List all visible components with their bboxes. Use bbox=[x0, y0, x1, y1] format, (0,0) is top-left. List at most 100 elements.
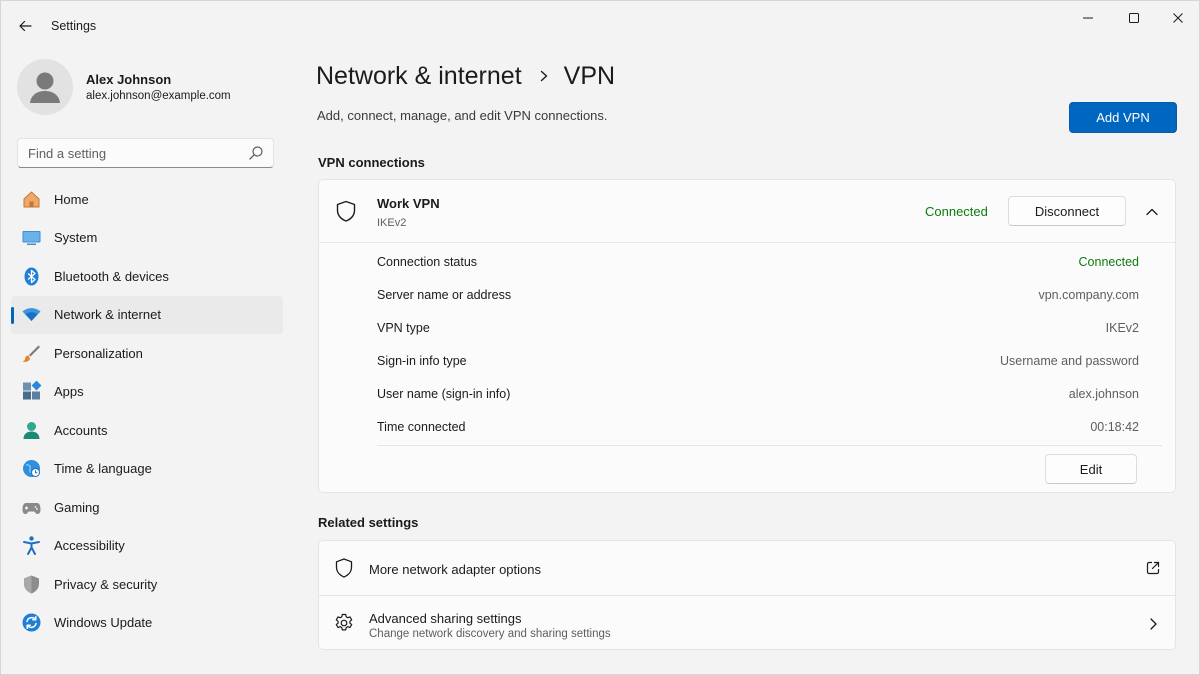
search-icon[interactable] bbox=[248, 145, 264, 161]
brush-icon bbox=[21, 343, 42, 364]
detail-label: Server name or address bbox=[377, 288, 512, 302]
breadcrumb: Network & internet VPN bbox=[316, 59, 615, 93]
related-item-network-adapter[interactable]: More network adapter options bbox=[318, 540, 1176, 596]
minimize-icon bbox=[1083, 17, 1093, 19]
maximize-button[interactable] bbox=[1111, 5, 1157, 31]
sidebar-item-label: Personalization bbox=[54, 345, 143, 361]
close-icon bbox=[1173, 13, 1183, 23]
detail-row-vpn-type: VPN type IKEv2 bbox=[377, 312, 1139, 345]
detail-value: Connected bbox=[1078, 255, 1139, 269]
close-button[interactable] bbox=[1155, 5, 1200, 31]
bluetooth-icon bbox=[21, 266, 42, 287]
detail-label: Sign-in info type bbox=[377, 354, 467, 368]
edit-button[interactable]: Edit bbox=[1045, 454, 1137, 484]
sidebar-item-accessibility[interactable]: Accessibility bbox=[11, 527, 283, 566]
vpn-connection-card: Work VPN IKEv2 Connected Disconnect Conn… bbox=[318, 179, 1176, 493]
sidebar-item-label: Accessibility bbox=[54, 538, 125, 554]
app-title: Settings bbox=[51, 19, 97, 33]
detail-value: alex.johnson bbox=[1068, 387, 1139, 401]
breadcrumb-parent[interactable]: Network & internet bbox=[316, 62, 522, 91]
title-bar: Settings bbox=[1, 1, 1200, 49]
settings-window: Settings Alex Johnson alex.johnson@examp… bbox=[0, 0, 1200, 675]
detail-row-sign-in-type: Sign-in info type Username and password bbox=[377, 345, 1139, 378]
shield-icon bbox=[335, 558, 353, 578]
sidebar-item-network[interactable]: Network & internet bbox=[11, 295, 283, 334]
status-badge: Connected bbox=[925, 204, 988, 219]
chevron-right-icon bbox=[538, 69, 550, 83]
gamepad-icon bbox=[21, 497, 42, 518]
vpn-connections-heading: VPN connections bbox=[318, 155, 425, 170]
detail-label: Time connected bbox=[377, 420, 466, 434]
detail-value: vpn.company.com bbox=[1038, 288, 1139, 302]
home-icon bbox=[21, 189, 42, 210]
gear-icon bbox=[335, 613, 353, 631]
accounts-icon bbox=[21, 420, 42, 441]
chevron-right-icon bbox=[1150, 618, 1157, 630]
sidebar-item-gaming[interactable]: Gaming bbox=[11, 488, 283, 527]
vpn-type-label: IKEv2 bbox=[377, 217, 407, 229]
shield-icon bbox=[336, 200, 356, 222]
detail-value: IKEv2 bbox=[1105, 321, 1139, 335]
detail-label: VPN type bbox=[377, 321, 430, 335]
external-link-icon bbox=[1146, 561, 1160, 575]
shield-icon bbox=[21, 574, 42, 595]
detail-row-connection-status: Connection status Connected bbox=[377, 246, 1139, 279]
globe-clock-icon bbox=[21, 458, 42, 479]
sidebar-item-label: Apps bbox=[54, 384, 84, 400]
divider bbox=[377, 445, 1162, 446]
sidebar-nav: Home System Bluetooth & devices Network … bbox=[11, 180, 283, 642]
related-settings-heading: Related settings bbox=[318, 515, 419, 530]
apps-icon bbox=[21, 381, 42, 402]
sidebar-item-personalization[interactable]: Personalization bbox=[11, 334, 283, 373]
sidebar-item-bluetooth[interactable]: Bluetooth & devices bbox=[11, 257, 283, 296]
maximize-icon bbox=[1129, 13, 1139, 23]
disconnect-button[interactable]: Disconnect bbox=[1008, 196, 1126, 226]
related-item-description: Change network discovery and sharing set… bbox=[369, 628, 611, 640]
sidebar-item-system[interactable]: System bbox=[11, 219, 283, 258]
vpn-name: Work VPN bbox=[377, 196, 440, 211]
sidebar-item-label: Windows Update bbox=[54, 615, 153, 631]
user-icon bbox=[30, 72, 60, 103]
sidebar-item-label: Time & language bbox=[54, 461, 152, 477]
sidebar-item-label: System bbox=[54, 230, 98, 246]
search-input[interactable] bbox=[18, 139, 238, 167]
related-item-title: More network adapter options bbox=[369, 562, 541, 577]
detail-value: 00:18:42 bbox=[1090, 420, 1139, 434]
sidebar-item-accounts[interactable]: Accounts bbox=[11, 411, 283, 450]
sidebar-item-label: Accounts bbox=[54, 422, 108, 438]
sidebar-item-label: Gaming bbox=[54, 499, 100, 515]
minimize-button[interactable] bbox=[1065, 5, 1111, 31]
accessibility-icon bbox=[21, 535, 42, 556]
sidebar-item-label: Home bbox=[54, 191, 89, 207]
sidebar-item-apps[interactable]: Apps bbox=[11, 373, 283, 412]
detail-value: Username and password bbox=[1000, 354, 1139, 368]
detail-row-time-connected: Time connected 00:18:42 bbox=[377, 411, 1139, 444]
detail-row-user-name: User name (sign-in info) alex.johnson bbox=[377, 378, 1139, 411]
search-box bbox=[17, 138, 274, 168]
system-icon bbox=[21, 227, 42, 248]
wifi-icon bbox=[21, 304, 42, 325]
detail-label: Connection status bbox=[377, 255, 478, 269]
avatar bbox=[17, 59, 73, 115]
update-icon bbox=[21, 612, 42, 633]
sidebar-item-privacy-security[interactable]: Privacy & security bbox=[11, 565, 283, 604]
vpn-connection-header[interactable]: Work VPN IKEv2 Connected Disconnect bbox=[319, 180, 1175, 243]
add-vpn-button[interactable]: Add VPN bbox=[1069, 102, 1177, 133]
arrow-left-icon bbox=[19, 20, 32, 32]
sidebar-item-label: Privacy & security bbox=[54, 576, 158, 592]
sidebar-item-time-language[interactable]: Time & language bbox=[11, 450, 283, 489]
related-item-title: Advanced sharing settings bbox=[369, 611, 522, 626]
chevron-up-icon[interactable] bbox=[1143, 203, 1161, 221]
profile-name: Alex Johnson bbox=[86, 72, 172, 87]
back-button[interactable] bbox=[11, 13, 39, 39]
sidebar-item-windows-update[interactable]: Windows Update bbox=[11, 604, 283, 643]
vpn-details: Connection status Connected Server name … bbox=[377, 246, 1139, 444]
user-profile[interactable]: Alex Johnson alex.johnson@example.com bbox=[17, 57, 277, 121]
page-title: VPN bbox=[563, 61, 616, 90]
related-item-advanced-sharing[interactable]: Advanced sharing settings Change network… bbox=[318, 595, 1176, 650]
page-subtitle: Add, connect, manage, and edit VPN conne… bbox=[317, 108, 608, 123]
profile-email: alex.johnson@example.com bbox=[86, 90, 231, 102]
detail-row-server: Server name or address vpn.company.com bbox=[377, 279, 1139, 312]
sidebar-item-home[interactable]: Home bbox=[11, 180, 283, 219]
detail-label: User name (sign-in info) bbox=[377, 387, 511, 401]
